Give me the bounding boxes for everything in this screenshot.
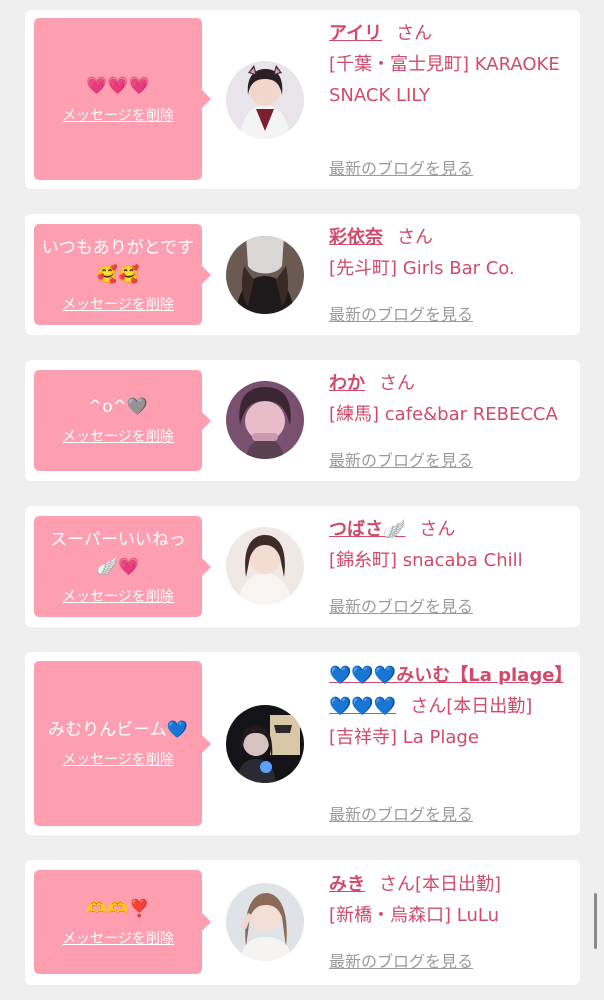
cast-name-link[interactable]: みき	[329, 874, 365, 895]
delete-message-link[interactable]: メッセージを削除	[62, 929, 174, 949]
honorific: さん	[419, 519, 456, 540]
avatar[interactable]	[226, 527, 304, 605]
avatar[interactable]	[226, 61, 304, 139]
message-bubble: スーパーいいねっ🪽💗 メッセージを削除	[34, 516, 211, 617]
delete-message-link[interactable]: メッセージを削除	[62, 587, 174, 607]
message-card: みむりんビーム💙 メッセージを削除 💙💙💙みいむ【La plage】💙💙💙 さん[…	[25, 652, 580, 835]
shop-label: [錦糸町] snacaba Chill	[329, 550, 523, 571]
message-bubble: いつもありがとです🥰🥰 メッセージを削除	[34, 224, 211, 325]
cast-name-link[interactable]: アイリ	[329, 23, 382, 44]
avatar[interactable]	[226, 883, 304, 961]
message-text: 💗💗💗	[86, 75, 150, 96]
message-card: ^o^🩶 メッセージを削除 わか さん [練馬] cafe&bar REBECCA…	[25, 360, 580, 481]
message-text: 🫶🫶❣️	[86, 898, 150, 919]
latest-blog-link[interactable]: 最新のブログを見る	[329, 301, 473, 325]
avatar[interactable]	[226, 381, 304, 459]
cast-name-link[interactable]: わか	[329, 373, 365, 394]
honorific: さん	[379, 373, 415, 394]
delete-message-link[interactable]: メッセージを削除	[62, 750, 174, 770]
message-bubble: 🫶🫶❣️ メッセージを削除	[34, 870, 211, 974]
message-text: スーパーいいねっ🪽💗	[50, 529, 186, 577]
shop-label: [千葉・富士見町] KARAOKE SNACK LILY	[329, 54, 560, 106]
avatar[interactable]	[226, 705, 304, 783]
message-bubble: 💗💗💗 メッセージを削除	[34, 18, 211, 180]
message-text: いつもありがとです🥰🥰	[41, 237, 195, 285]
honorific: さん	[396, 23, 433, 44]
cast-info: わか さん [練馬] cafe&bar REBECCA	[329, 368, 571, 430]
message-card: いつもありがとです🥰🥰 メッセージを削除 彩依奈 さん [先斗町] Girls B…	[25, 214, 580, 335]
avatar[interactable]	[226, 236, 304, 314]
cast-name-link[interactable]: つばさ🪽	[329, 519, 405, 540]
latest-blog-link[interactable]: 最新のブログを見る	[329, 447, 473, 471]
shop-label: [新橋・烏森口] LuLu	[329, 905, 500, 926]
message-card: 💗💗💗 メッセージを削除 アイリ さん [千葉・富士見町] KARAOKE SNA…	[25, 10, 580, 189]
message-card: スーパーいいねっ🪽💗 メッセージを削除 つばさ🪽 さん [錦糸町] snacaba…	[25, 506, 580, 627]
cast-info: 💙💙💙みいむ【La plage】💙💙💙 さん[本日出勤] [吉祥寺] La Pla…	[329, 660, 571, 753]
shop-label: [先斗町] Girls Bar Co.	[329, 258, 515, 279]
cast-info: みき さん[本日出勤] [新橋・烏森口] LuLu	[329, 869, 571, 931]
cast-info: 彩依奈 さん [先斗町] Girls Bar Co.	[329, 222, 571, 284]
latest-blog-link[interactable]: 最新のブログを見る	[329, 155, 473, 179]
cast-info: つばさ🪽 さん [錦糸町] snacaba Chill	[329, 514, 571, 576]
message-card: 🫶🫶❣️ メッセージを削除 みき さん[本日出勤] [新橋・烏森口] LuLu 最…	[25, 860, 580, 985]
honorific: さん	[397, 227, 433, 248]
message-text: みむりんビーム💙	[48, 720, 188, 740]
shop-label: [練馬] cafe&bar REBECCA	[329, 404, 558, 425]
latest-blog-link[interactable]: 最新のブログを見る	[329, 593, 473, 617]
honorific: さん[本日出勤]	[410, 696, 533, 717]
message-bubble: ^o^🩶 メッセージを削除	[34, 370, 211, 471]
scrollbar-thumb[interactable]	[594, 893, 597, 949]
cast-name-link[interactable]: 彩依奈	[329, 227, 383, 248]
delete-message-link[interactable]: メッセージを削除	[62, 106, 174, 126]
delete-message-link[interactable]: メッセージを削除	[62, 295, 174, 315]
message-bubble: みむりんビーム💙 メッセージを削除	[34, 661, 211, 826]
shop-label: [吉祥寺] La Plage	[329, 727, 479, 748]
message-text: ^o^🩶	[87, 397, 149, 417]
honorific: さん[本日出勤]	[379, 874, 502, 895]
delete-message-link[interactable]: メッセージを削除	[62, 427, 174, 447]
cast-info: アイリ さん [千葉・富士見町] KARAOKE SNACK LILY	[329, 18, 571, 111]
latest-blog-link[interactable]: 最新のブログを見る	[329, 948, 473, 972]
latest-blog-link[interactable]: 最新のブログを見る	[329, 801, 473, 825]
